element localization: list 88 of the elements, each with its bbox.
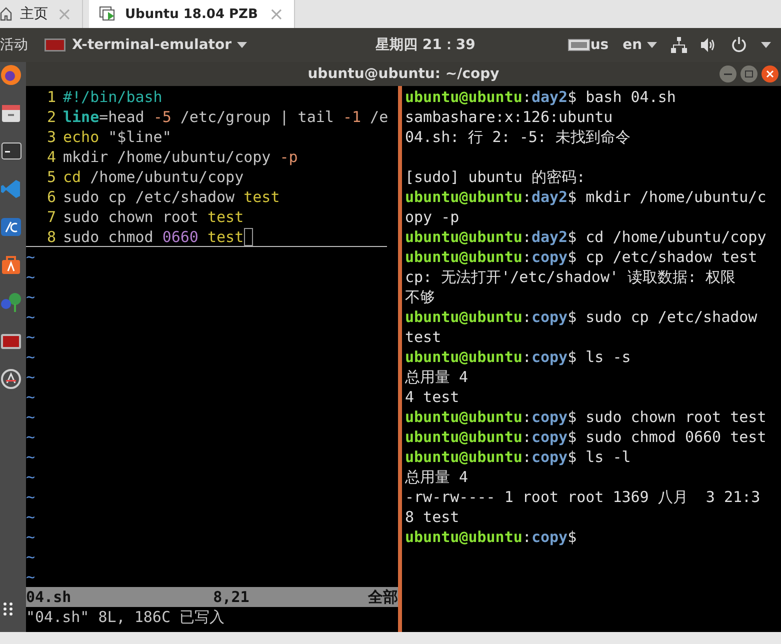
empty-line-marker: ~ (26, 448, 36, 466)
volume-icon[interactable] (701, 38, 717, 52)
update-icon[interactable] (0, 368, 22, 390)
clock[interactable]: 星期四 21：39 (375, 36, 476, 54)
terminal-line: 总用量 4 (405, 468, 468, 486)
app-menu[interactable]: X-terminal-emulator (44, 37, 248, 53)
network-globe-icon[interactable] (0, 292, 22, 314)
empty-line-marker: ~ (26, 408, 36, 426)
terminal-line: ubuntu@ubuntu:copy$ (405, 528, 577, 546)
empty-line-marker: ~ (26, 548, 36, 566)
line-number: 2 (46, 108, 56, 126)
firefox-icon[interactable] (0, 64, 22, 86)
app-grid-icon[interactable] (2, 602, 14, 616)
terminal-line: 4 test (405, 388, 460, 406)
close-button[interactable] (761, 65, 779, 83)
cursor-position: 8,21 (213, 588, 250, 606)
terminal-line: ubuntu@ubuntu:copy$ ls -s (405, 348, 631, 366)
empty-line-marker: ~ (26, 328, 36, 346)
terminal-line: opy -p (405, 208, 460, 226)
scroll-position: 全部 (368, 588, 398, 606)
language-menu[interactable]: en (622, 37, 657, 53)
power-icon[interactable] (731, 37, 747, 53)
line-number: 1 (46, 88, 56, 106)
terminal-line: 总用量 4 (405, 368, 468, 386)
terminal-line: test (405, 328, 442, 346)
terminal-line: ubuntu@ubuntu:day2$ cd /home/ubuntu/copy (405, 228, 766, 246)
empty-line-marker: ~ (26, 508, 36, 526)
line-number: 8 (46, 228, 56, 246)
activities-button[interactable]: 活动 (0, 36, 36, 54)
keyboard-icon (568, 39, 590, 51)
empty-line-marker: ~ (26, 248, 36, 266)
terminal-line: [sudo] ubuntu 的密码: (405, 168, 586, 186)
empty-line-marker: ~ (26, 528, 36, 546)
code-text: echo "$line" (63, 128, 172, 146)
terminal-line: 不够 (405, 288, 435, 306)
code-text: mkdir /home/ubuntu/copy -p (63, 148, 298, 166)
code-editor-icon[interactable] (0, 178, 22, 200)
code-text: sudo cp /etc/shadow test (63, 188, 280, 206)
empty-line-marker: ~ (26, 468, 36, 486)
file-name: 04.sh (26, 588, 72, 606)
terminal-line: ubuntu@ubuntu:copy$ sudo chmod 0660 test (405, 428, 766, 446)
empty-line-marker: ~ (26, 308, 36, 326)
vm-icon (99, 6, 117, 22)
code-text: #!/bin/bash (63, 88, 162, 106)
status-message: "04.sh" 8L, 186C 已写入 (26, 608, 225, 626)
empty-line-marker: ~ (26, 428, 36, 446)
minimize-button[interactable] (719, 65, 737, 83)
code-text: sudo chown root test (63, 208, 244, 226)
terminal-icon[interactable] (0, 140, 22, 162)
terminal-line: ubuntu@ubuntu:copy$ sudo cp /etc/shadow (405, 308, 758, 326)
terminal-line: 04.sh: 行 2: -5: 未找到命令 (405, 128, 630, 146)
file-cabinet-icon[interactable] (0, 102, 22, 124)
line-number: 6 (46, 188, 56, 206)
shopping-bag-icon[interactable] (0, 254, 22, 276)
window-title: ubuntu@ubuntu: ~/copy (308, 66, 500, 82)
code-text: line=head -5 /etc/group | tail -1 /e (63, 108, 388, 126)
empty-line-marker: ~ (26, 288, 36, 306)
network-icon[interactable] (671, 37, 687, 53)
terminal-line: ubuntu@ubuntu:copy$ cp /etc/shadow test (405, 248, 758, 266)
line-number: 3 (46, 128, 56, 146)
caret-icon (237, 42, 248, 48)
empty-line-marker: ~ (26, 368, 36, 386)
terminal-line: ubuntu@ubuntu:copy$ sudo chown root test (405, 408, 766, 426)
terminal-line: -rw-rw---- 1 root root 1369 八月 3 21:3 (405, 488, 760, 506)
code-text: sudo chmod 0660 test (63, 228, 244, 246)
empty-line-marker: ~ (26, 268, 36, 286)
terminal-line: ubuntu@ubuntu:day2$ mkdir /home/ubuntu/c (405, 188, 766, 206)
keyboard-layout[interactable]: us (568, 37, 609, 53)
line-number: 7 (46, 208, 56, 226)
terminal-line: sambashare:x:126:ubuntu (405, 108, 613, 126)
terminal-line: 8 test (405, 508, 460, 526)
browser-tab[interactable]: 主页 × (0, 0, 83, 28)
browser-tab[interactable]: Ubuntu 18.04 PZB × (89, 0, 295, 28)
empty-line-marker: ~ (26, 568, 36, 586)
caret-icon (647, 42, 657, 48)
terminal-line: cp: 无法打开'/etc/shadow' 读取数据: 权限 (405, 268, 736, 286)
empty-line-marker: ~ (26, 488, 36, 506)
home-icon (0, 7, 12, 21)
terminal-app-icon (44, 38, 66, 52)
code-text: cd /home/ubuntu/copy (63, 168, 244, 186)
line-number: 4 (46, 148, 56, 166)
empty-line-marker: ~ (26, 388, 36, 406)
editor-icon[interactable] (0, 216, 22, 238)
terminal-line: ubuntu@ubuntu:copy$ ls -l (405, 448, 631, 466)
terminal-line: ubuntu@ubuntu:day2$ bash 04.sh (405, 88, 676, 106)
caret-icon[interactable] (761, 42, 771, 48)
line-number: 5 (46, 168, 56, 186)
empty-line-marker: ~ (26, 348, 36, 366)
